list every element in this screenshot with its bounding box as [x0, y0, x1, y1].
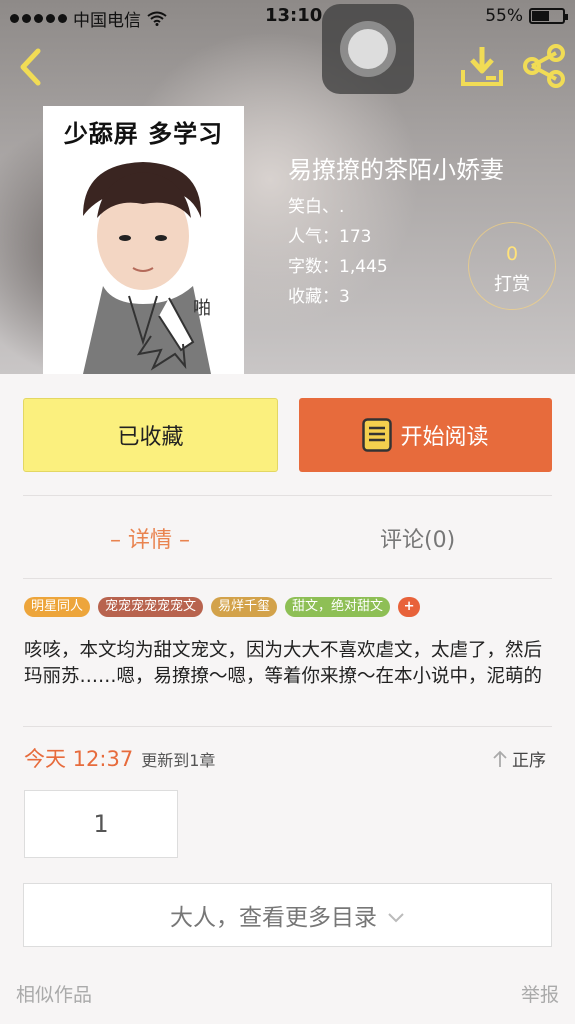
book-favorites: 收藏：3 — [288, 287, 350, 307]
carrier-name: 中国电信 — [73, 11, 141, 31]
tag-chip[interactable]: 易烊千玺 — [211, 597, 278, 617]
back-icon[interactable] — [12, 45, 52, 89]
book-author[interactable]: 笑白、. — [288, 192, 344, 217]
report-link[interactable]: 举报 — [521, 980, 559, 1007]
tag-list: 明星同人 宠宠宠宠宠宠文 易烊千玺 甜文，绝对甜文 + — [24, 597, 421, 617]
signal-icon — [10, 14, 67, 23]
download-icon[interactable] — [460, 44, 504, 88]
start-reading-label: 开始阅读 — [400, 425, 489, 450]
update-info: 今天 12:37 更新到1章 — [24, 743, 215, 773]
book-cover[interactable]: 少舔屏 多学习 啪 — [43, 106, 244, 374]
battery-icon — [529, 8, 568, 24]
chapter-item[interactable]: 1 — [24, 790, 178, 858]
tab-detail[interactable]: – 详情 – — [110, 522, 190, 554]
svg-text:啪: 啪 — [193, 298, 211, 319]
status-bar: 中国电信 13:10 55% — [0, 0, 575, 34]
sort-order-label: 正序 — [512, 751, 546, 771]
tab-comments[interactable]: 评论(0) — [380, 522, 455, 554]
book-popularity: 人气：173 — [288, 227, 372, 247]
favorited-button[interactable]: 已收藏 — [23, 398, 278, 472]
chevron-down-icon — [388, 913, 404, 923]
tag-chip[interactable]: 明星同人 — [24, 597, 91, 617]
favorited-label: 已收藏 — [117, 425, 184, 450]
tip-label: 打赏 — [494, 274, 530, 295]
tip-count: 0 — [505, 243, 519, 265]
book-title: 易撩撩的茶陌小娇妻 — [288, 156, 504, 184]
start-reading-button[interactable]: 开始阅读 — [299, 398, 552, 472]
assistive-touch-button[interactable] — [322, 4, 414, 94]
book-description[interactable]: 咳咳，本文均为甜文宠文，因为大大不喜欢虐文，太虐了，然后玛丽苏……嗯，易撩撩～嗯… — [24, 638, 552, 690]
battery-percent: 55% — [485, 6, 523, 26]
similar-works-heading: 相似作品 — [16, 984, 93, 1006]
share-icon[interactable] — [522, 44, 566, 88]
tag-chip[interactable]: 宠宠宠宠宠宠文 — [98, 597, 204, 617]
update-time: 今天 12:37 — [24, 747, 134, 771]
more-tags-button[interactable]: + — [398, 597, 421, 617]
update-chapters: 更新到1章 — [141, 751, 216, 770]
more-catalog-button[interactable]: 大人，查看更多目录 — [23, 883, 552, 947]
book-word-count: 字数：1,445 — [288, 257, 388, 277]
arrow-up-icon — [493, 750, 507, 767]
wifi-icon — [147, 11, 167, 26]
more-catalog-label: 大人，查看更多目录 — [170, 905, 377, 931]
divider — [23, 495, 552, 496]
divider — [23, 578, 552, 579]
divider — [23, 726, 552, 727]
sort-order-button[interactable]: 正序 — [492, 746, 546, 771]
book-icon — [362, 418, 393, 452]
cover-illustration: 啪 — [83, 162, 211, 374]
tip-button[interactable]: 0 打赏 — [468, 222, 556, 310]
status-time: 13:10 — [265, 5, 323, 26]
tag-chip[interactable]: 甜文，绝对甜文 — [285, 597, 391, 617]
